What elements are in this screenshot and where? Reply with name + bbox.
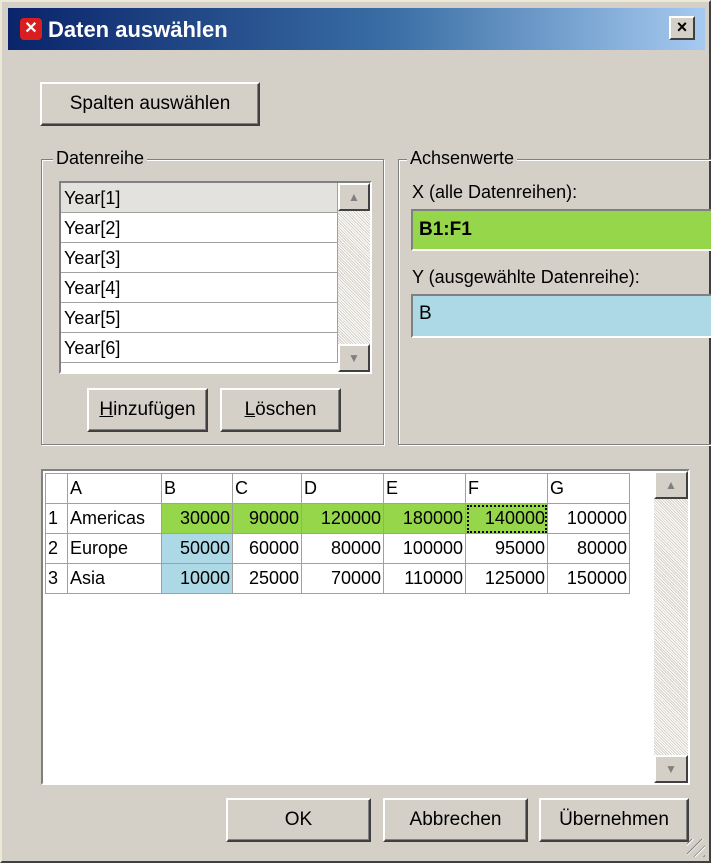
- table-cell[interactable]: 90000: [232, 503, 302, 534]
- table-cell[interactable]: 50000: [161, 533, 233, 564]
- table-cell[interactable]: 60000: [232, 533, 302, 564]
- grid-scrollbar[interactable]: ▲ ▼: [654, 471, 688, 783]
- delete-series-button[interactable]: Löschen: [220, 388, 341, 432]
- row-header[interactable]: 3: [45, 563, 68, 594]
- list-item[interactable]: Year[5]: [61, 303, 338, 333]
- y-axis-label: Y (ausgewählte Datenreihe):: [412, 267, 640, 287]
- y-axis-field[interactable]: B: [411, 294, 711, 338]
- scroll-down-icon[interactable]: ▼: [654, 755, 688, 783]
- data-grid[interactable]: A B C D E F G 1 Americas 30000 90000 120…: [41, 469, 690, 785]
- table-cell[interactable]: 25000: [232, 563, 302, 594]
- resize-grip-icon[interactable]: [687, 839, 705, 857]
- x-axis-field[interactable]: B1:F1: [411, 209, 711, 251]
- list-item[interactable]: Year[4]: [61, 273, 338, 303]
- column-header[interactable]: G: [547, 473, 630, 504]
- add-label: inzufügen: [113, 399, 196, 420]
- table-cell[interactable]: 100000: [383, 533, 466, 564]
- table-cell[interactable]: 100000: [547, 503, 630, 534]
- column-header[interactable]: E: [383, 473, 466, 504]
- x-axis-label: X (alle Datenreihen):: [412, 182, 578, 202]
- dialog-window: ✕ Daten auswählen × Spalten auswählen Da…: [0, 0, 711, 863]
- apply-button[interactable]: Übernehmen: [539, 798, 689, 842]
- column-header[interactable]: F: [465, 473, 548, 504]
- column-header[interactable]: D: [301, 473, 384, 504]
- table-cell[interactable]: 95000: [465, 533, 548, 564]
- delete-mnemonic: L: [244, 399, 256, 420]
- delete-label: öschen: [255, 399, 317, 420]
- table-cell[interactable]: 110000: [383, 563, 466, 594]
- scroll-up-icon[interactable]: ▲: [338, 183, 370, 211]
- table-cell[interactable]: 10000: [161, 563, 233, 594]
- close-button[interactable]: ×: [669, 16, 695, 40]
- scroll-up-icon[interactable]: ▲: [654, 471, 688, 499]
- table-cell[interactable]: 125000: [465, 563, 548, 594]
- select-columns-button[interactable]: Spalten auswählen: [40, 82, 260, 126]
- table-cell-focused[interactable]: 140000: [465, 503, 548, 534]
- list-item[interactable]: Year[1]: [61, 183, 338, 213]
- cancel-button[interactable]: Abbrechen: [383, 798, 528, 842]
- axis-group-label: Achsenwerte: [407, 148, 518, 169]
- table-cell[interactable]: Americas: [67, 503, 162, 534]
- title-bar[interactable]: ✕ Daten auswählen ×: [8, 8, 705, 50]
- table-cell[interactable]: 150000: [547, 563, 630, 594]
- column-header[interactable]: C: [232, 473, 302, 504]
- corner-cell: [45, 473, 68, 504]
- scroll-down-icon[interactable]: ▼: [338, 344, 370, 372]
- series-scrollbar[interactable]: ▲ ▼: [338, 183, 370, 372]
- sheet-table: A B C D E F G 1 Americas 30000 90000 120…: [45, 473, 630, 594]
- series-listbox[interactable]: Year[1] Year[2] Year[3] Year[4] Year[5] …: [59, 181, 372, 374]
- series-group-label: Datenreihe: [53, 148, 148, 169]
- app-icon: ✕: [20, 18, 42, 40]
- list-item[interactable]: Year[6]: [61, 333, 338, 363]
- ok-button[interactable]: OK: [226, 798, 371, 842]
- table-cell[interactable]: 120000: [301, 503, 384, 534]
- row-header[interactable]: 2: [45, 533, 68, 564]
- window-title: Daten auswählen: [48, 17, 228, 42]
- table-cell[interactable]: 30000: [161, 503, 233, 534]
- table-cell[interactable]: 70000: [301, 563, 384, 594]
- column-header[interactable]: B: [161, 473, 233, 504]
- table-cell[interactable]: 80000: [547, 533, 630, 564]
- table-cell[interactable]: Europe: [67, 533, 162, 564]
- table-cell[interactable]: 80000: [301, 533, 384, 564]
- list-item[interactable]: Year[3]: [61, 243, 338, 273]
- list-item[interactable]: Year[2]: [61, 213, 338, 243]
- add-series-button[interactable]: Hinzufügen: [87, 388, 208, 432]
- add-mnemonic: H: [99, 399, 114, 420]
- table-cell[interactable]: 180000: [383, 503, 466, 534]
- row-header[interactable]: 1: [45, 503, 68, 534]
- table-cell[interactable]: Asia: [67, 563, 162, 594]
- column-header[interactable]: A: [67, 473, 162, 504]
